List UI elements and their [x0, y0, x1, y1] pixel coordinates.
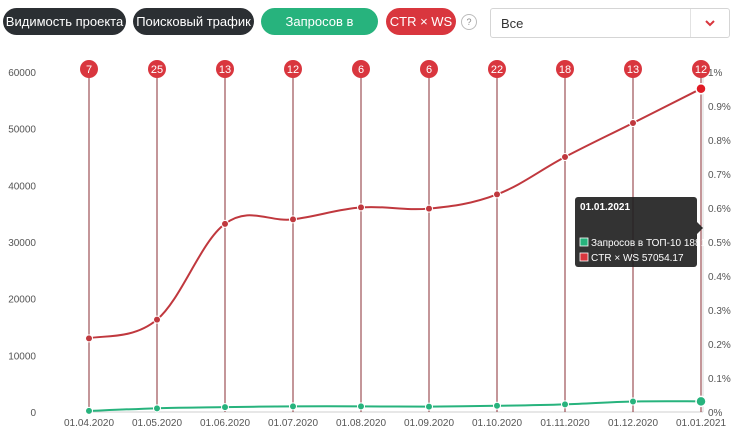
x-tick-label: 01.01.2021 [676, 418, 726, 429]
event-badge-count: 6 [358, 64, 364, 76]
filter-select[interactable]: Все [490, 8, 730, 38]
series-point-1[interactable] [425, 204, 433, 213]
y-left-tick-label: 50000 [8, 125, 36, 136]
tooltip-top10-text: Запросов в ТОП-10 1881 [591, 238, 707, 249]
series-point-0[interactable] [153, 404, 161, 413]
filter-select-value: Все [501, 16, 524, 31]
event-badge-count: 22 [491, 64, 503, 76]
series-point-1[interactable] [153, 315, 161, 324]
chart: 0100002000030000400005000060000 0%0.1%0.… [8, 60, 731, 429]
event-badge-count: 25 [151, 64, 163, 76]
right-axis: 0%0.1%0.2%0.3%0.4%0.5%0.6%0.7%0.8%0.9%1% [702, 68, 731, 419]
top10-queries-button[interactable]: Запросов в ТОП-10 [261, 8, 378, 56]
series-point-1[interactable] [629, 119, 637, 127]
y-right-tick-label: 0.3% [708, 306, 731, 317]
series-point-0[interactable] [289, 402, 297, 411]
event-badges: 7 25 13 12 6 6 22 18 13 12 [80, 60, 710, 78]
select-divider [690, 9, 691, 37]
x-tick-label: 01.12.2020 [608, 418, 658, 429]
y-left-tick-label: 60000 [8, 68, 36, 79]
y-left-tick-label: 40000 [8, 181, 36, 192]
chart-tooltip: 01.01.2021 Запросов в ТОП-10 1881 CTR × … [575, 197, 707, 267]
y-right-tick-label: 0.9% [708, 102, 731, 113]
y-right-tick-label: 0.8% [708, 136, 731, 147]
series-point-0[interactable] [629, 397, 637, 406]
event-badge-count: 12 [287, 64, 299, 76]
series-point-1[interactable] [85, 334, 93, 343]
series-point-1[interactable] [357, 203, 365, 212]
series-point-1[interactable] [289, 215, 297, 224]
series-point-1[interactable] [493, 190, 501, 199]
event-badge-count: 13 [627, 64, 639, 76]
y-left-tick-label: 0 [30, 408, 36, 419]
x-axis: 01.04.2020 01.05.2020 01.06.2020 01.07.2020… [64, 411, 726, 429]
series-point-0[interactable] [85, 406, 93, 415]
tooltip-ctr-swatch [579, 252, 589, 262]
event-badge-count: 18 [559, 64, 571, 76]
x-tick-label: 01.08.2020 [336, 418, 386, 429]
event-badge-count: 7 [86, 64, 92, 76]
tooltip-top10-swatch [579, 237, 589, 247]
series-point-0[interactable] [493, 401, 501, 410]
search-traffic-button[interactable]: Поисковый трафик [133, 8, 254, 35]
y-right-tick-label: 0.5% [708, 238, 731, 249]
y-right-tick-label: 0.7% [708, 170, 731, 181]
series-point-1[interactable] [221, 219, 229, 228]
y-left-tick-label: 10000 [8, 351, 36, 362]
series-point-0[interactable] [695, 395, 707, 408]
series-point-1[interactable] [561, 153, 569, 161]
tooltip-ctr-text: CTR × WS 57054.17 [591, 253, 684, 264]
x-tick-label: 01.05.2020 [132, 418, 182, 429]
y-left-tick-label: 30000 [8, 238, 36, 249]
series-line-0 [88, 400, 702, 412]
y-right-tick-label: 0.2% [708, 340, 731, 351]
event-badge-count: 13 [219, 64, 231, 76]
series-point-0[interactable] [561, 400, 569, 409]
series-point-0[interactable] [425, 402, 433, 411]
left-axis: 0 10000 20000 30000 40000 50000 60000 [8, 68, 36, 419]
y-right-tick-label: 0.4% [708, 272, 731, 283]
y-right-tick-label: 1% [708, 68, 723, 79]
project-visibility-button[interactable]: Видимость проекта [3, 8, 126, 35]
tooltip-date: 01.01.2021 [580, 202, 630, 213]
x-tick-label: 01.10.2020 [472, 418, 522, 429]
series-point-0[interactable] [221, 403, 229, 412]
toolbar: Видимость проекта Поисковый трафик Запро… [0, 0, 737, 56]
x-tick-label: 01.04.2020 [64, 418, 114, 429]
x-tick-label: 01.09.2020 [404, 418, 454, 429]
series-point-1[interactable] [695, 82, 707, 95]
event-badge-count: 12 [695, 64, 707, 76]
chevron-down-icon[interactable] [703, 18, 717, 28]
x-tick-label: 01.06.2020 [200, 418, 250, 429]
help-icon[interactable]: ? [461, 14, 477, 30]
series-point-0[interactable] [357, 402, 365, 411]
y-left-tick-label: 20000 [8, 295, 36, 306]
x-tick-label: 01.07.2020 [268, 418, 318, 429]
x-tick-label: 01.11.2020 [540, 418, 590, 429]
tooltip-arrow [697, 222, 703, 234]
y-right-tick-label: 0.1% [708, 374, 731, 385]
ctr-ws-button[interactable]: CTR × WS [386, 8, 456, 35]
y-right-tick-label: 0.6% [708, 204, 731, 215]
event-badge-count: 6 [426, 64, 432, 76]
